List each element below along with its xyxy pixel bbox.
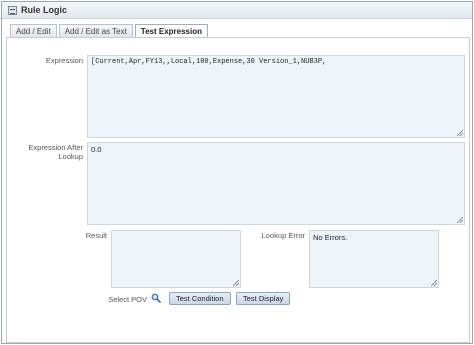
test-display-button[interactable]: Test Display <box>236 292 291 305</box>
resize-grip-icon[interactable] <box>431 280 437 286</box>
rule-logic-dialog: Rule Logic Add / Edit Add / Edit as Text… <box>1 1 473 344</box>
resize-grip-icon[interactable] <box>233 280 239 286</box>
lookup-error-textarea[interactable]: No Errors. <box>309 230 439 288</box>
expression-value: [Current,Apr,FY13,,Local,100,Expense,30 … <box>91 58 327 66</box>
search-icon[interactable] <box>151 293 161 303</box>
dialog-title: Rule Logic <box>21 5 68 15</box>
tab-add-edit-as-text[interactable]: Add / Edit as Text <box>58 24 133 37</box>
title-bar: Rule Logic <box>2 2 472 19</box>
expression-after-lookup-textarea[interactable]: 0.0 <box>87 142 465 225</box>
select-pov-label: Select POV <box>108 295 147 304</box>
tab-add-edit[interactable]: Add / Edit <box>10 24 57 37</box>
resize-grip-icon[interactable] <box>457 130 463 136</box>
result-label: Result <box>85 231 107 240</box>
lookup-error-label: Lookup Error <box>261 231 305 240</box>
expression-after-lookup-value: 0.0 <box>91 145 102 154</box>
test-condition-button[interactable]: Test Condition <box>169 292 231 305</box>
tab-test-expression[interactable]: Test Expression <box>134 24 209 38</box>
expression-label: Expression <box>45 56 83 65</box>
resize-grip-icon[interactable] <box>457 217 463 223</box>
tab-bar: Add / Edit Add / Edit as Text Test Expre… <box>10 24 210 38</box>
test-expression-panel: Expression [Current,Apr,FY13,,Local,100,… <box>6 37 470 343</box>
result-textarea[interactable] <box>111 230 241 288</box>
rule-logic-icon <box>8 6 17 15</box>
expression-textarea[interactable]: [Current,Apr,FY13,,Local,100,Expense,30 … <box>87 55 465 138</box>
lookup-error-value: No Errors. <box>313 233 348 242</box>
expression-after-lookup-label: Expression After Lookup <box>28 143 83 161</box>
